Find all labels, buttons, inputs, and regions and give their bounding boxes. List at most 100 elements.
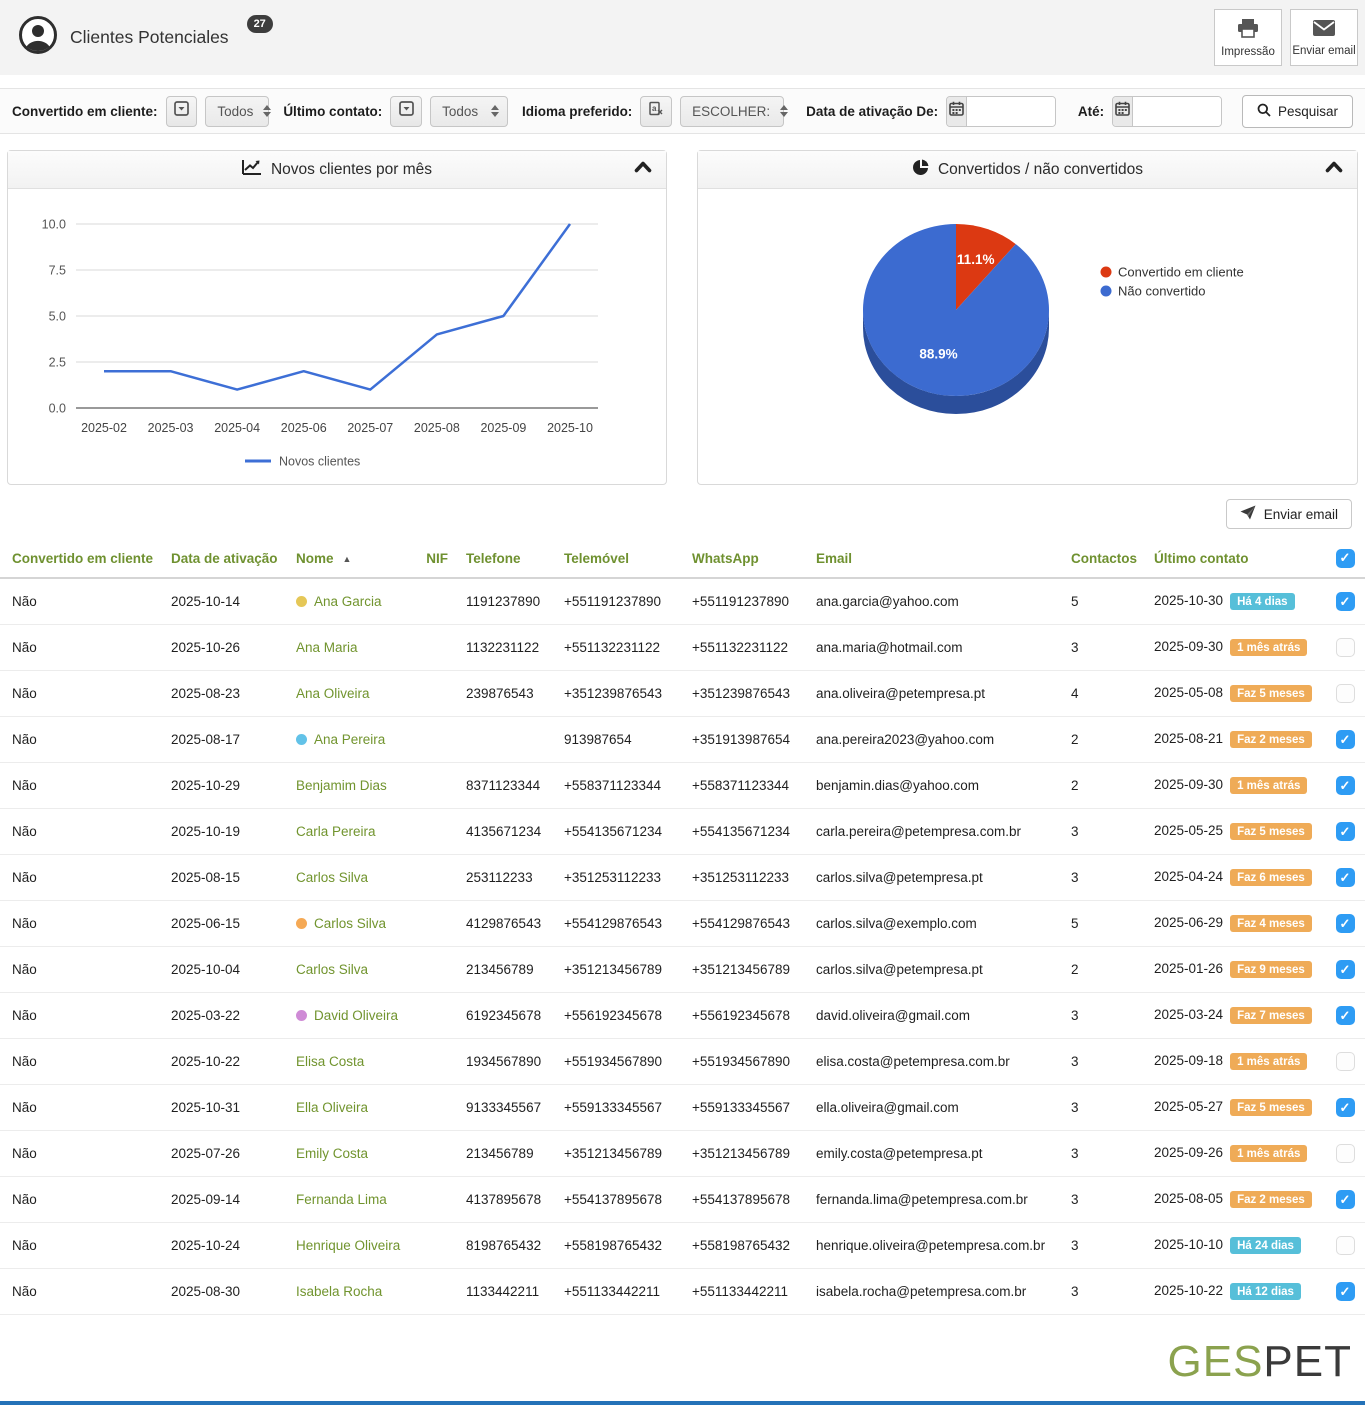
col-contactos[interactable]: Contactos — [1059, 551, 1142, 566]
cell-mobile: +551133442211 — [552, 1284, 680, 1299]
row-checkbox[interactable]: ✓ — [1336, 730, 1355, 749]
language-filter-button[interactable]: a — [640, 96, 672, 127]
cell-converted: Não — [0, 916, 159, 931]
language-filter-select[interactable]: ESCOLHER: — [680, 96, 784, 127]
status-dot-icon — [296, 596, 307, 607]
client-name-link[interactable]: Carlos Silva — [296, 962, 368, 977]
col-nif[interactable]: NIF — [414, 551, 454, 566]
client-name-link[interactable]: Henrique Oliveira — [296, 1238, 400, 1253]
client-name-link[interactable]: Isabela Rocha — [296, 1284, 382, 1299]
row-checkbox[interactable]: ✓ — [1336, 822, 1355, 841]
client-name-link[interactable]: Elisa Costa — [296, 1054, 364, 1069]
row-checkbox[interactable] — [1336, 1052, 1355, 1071]
cell-converted: Não — [0, 962, 159, 977]
client-name-link[interactable]: Fernanda Lima — [296, 1192, 387, 1207]
clients-avatar-icon — [18, 15, 58, 60]
table-row: Não2025-08-15Carlos Silva253112233+35125… — [0, 855, 1365, 901]
client-name-link[interactable]: Ana Oliveira — [296, 686, 370, 701]
row-checkbox[interactable] — [1336, 638, 1355, 657]
converted-filter-select[interactable]: Todos — [205, 96, 269, 127]
date-from-calendar-button[interactable] — [947, 97, 967, 126]
cell-mobile: +554129876543 — [552, 916, 680, 931]
client-name-link[interactable]: Emily Costa — [296, 1146, 368, 1161]
cell-activation-date: 2025-10-22 — [159, 1054, 284, 1069]
activation-from-label: Data de ativação De: — [806, 104, 938, 119]
printer-icon — [1237, 18, 1259, 41]
client-name-link[interactable]: Carla Pereira — [296, 824, 376, 839]
row-checkbox[interactable]: ✓ — [1336, 592, 1355, 611]
date-from-input[interactable] — [967, 97, 1055, 126]
client-name-link[interactable]: Ana Garcia — [314, 594, 382, 609]
last-contact-filter-toggle-button[interactable] — [390, 96, 422, 127]
cell-converted: Não — [0, 686, 159, 701]
row-checkbox[interactable] — [1336, 684, 1355, 703]
select-spinner-icon — [491, 105, 499, 117]
send-email-top-button[interactable]: Enviar email — [1290, 9, 1358, 66]
select-spinner-icon — [780, 105, 788, 117]
client-name-link[interactable]: David Oliveira — [314, 1008, 398, 1023]
cell-converted: Não — [0, 870, 159, 885]
date-to-calendar-button[interactable] — [1113, 97, 1133, 126]
row-checkbox[interactable]: ✓ — [1336, 914, 1355, 933]
row-checkbox[interactable] — [1336, 1236, 1355, 1255]
row-checkbox[interactable]: ✓ — [1336, 1098, 1355, 1117]
collapse-chevron-icon[interactable] — [634, 160, 652, 179]
client-name-link[interactable]: Ella Oliveira — [296, 1100, 368, 1115]
table-row: Não2025-10-24Henrique Oliveira8198765432… — [0, 1223, 1365, 1269]
col-ultimo-contato[interactable]: Último contato — [1142, 551, 1325, 566]
row-checkbox[interactable]: ✓ — [1336, 868, 1355, 887]
cell-contacts: 3 — [1059, 870, 1142, 885]
client-name-link[interactable]: Ana Maria — [296, 640, 358, 655]
row-checkbox[interactable]: ✓ — [1336, 1006, 1355, 1025]
cell-activation-date: 2025-03-22 — [159, 1008, 284, 1023]
table-row: Não2025-08-30Isabela Rocha1133442211+551… — [0, 1269, 1365, 1315]
date-to-input[interactable] — [1133, 97, 1221, 126]
col-telemovel[interactable]: Telemóvel — [552, 551, 680, 566]
col-telefone[interactable]: Telefone — [454, 551, 552, 566]
col-whatsapp[interactable]: WhatsApp — [680, 551, 804, 566]
line-chart-icon — [242, 159, 262, 180]
cell-name: Emily Costa — [284, 1146, 414, 1161]
cell-phone: 4135671234 — [454, 824, 552, 839]
svg-text:Novos clientes: Novos clientes — [279, 455, 360, 469]
cell-email: benjamin.dias@yahoo.com — [804, 778, 1059, 793]
row-checkbox[interactable]: ✓ — [1336, 1190, 1355, 1209]
converted-filter-label: Convertido em cliente: — [12, 104, 158, 119]
select-all-checkbox[interactable]: ✓ — [1336, 549, 1355, 568]
row-checkbox[interactable]: ✓ — [1336, 776, 1355, 795]
table-row: Não2025-10-26Ana Maria1132231122+5511322… — [0, 625, 1365, 671]
converted-filter-toggle-button[interactable] — [166, 96, 198, 127]
calendar-icon — [949, 101, 964, 121]
client-name-link[interactable]: Carlos Silva — [296, 870, 368, 885]
last-contact-filter-select[interactable]: Todos — [430, 96, 508, 127]
cell-phone: 1191237890 — [454, 594, 552, 609]
search-button[interactable]: Pesquisar — [1242, 95, 1353, 128]
send-email-table-button[interactable]: Enviar email — [1226, 499, 1352, 529]
cell-contacts: 3 — [1059, 1146, 1142, 1161]
client-name-link[interactable]: Ana Pereira — [314, 732, 385, 747]
client-name-link[interactable]: Benjamim Dias — [296, 778, 387, 793]
cell-email: ana.maria@hotmail.com — [804, 640, 1059, 655]
table-row: Não2025-10-19Carla Pereira4135671234+554… — [0, 809, 1365, 855]
row-checkbox[interactable] — [1336, 1144, 1355, 1163]
collapse-chevron-icon[interactable] — [1325, 160, 1343, 179]
row-checkbox[interactable]: ✓ — [1336, 960, 1355, 979]
cell-last-contact: 2025-08-05Faz 2 meses — [1142, 1191, 1325, 1209]
last-contact-badge: Faz 9 meses — [1230, 961, 1312, 978]
cell-phone: 4137895678 — [454, 1192, 552, 1207]
cell-email: ella.oliveira@gmail.com — [804, 1100, 1059, 1115]
col-email[interactable]: Email — [804, 551, 1059, 566]
col-convertido[interactable]: Convertido em cliente — [0, 551, 159, 566]
col-nome[interactable]: Nome▲ — [284, 551, 414, 566]
cell-name: Carlos Silva — [284, 870, 414, 885]
cell-contacts: 3 — [1059, 1238, 1142, 1253]
cell-contacts: 3 — [1059, 1100, 1142, 1115]
row-checkbox[interactable]: ✓ — [1336, 1282, 1355, 1301]
col-data-ativacao[interactable]: Data de ativação — [159, 551, 284, 566]
last-contact-badge: Faz 2 meses — [1230, 1191, 1312, 1208]
client-name-link[interactable]: Carlos Silva — [314, 916, 386, 931]
cell-converted: Não — [0, 732, 159, 747]
last-contact-badge: 1 mês atrás — [1230, 777, 1307, 794]
cell-mobile: +554135671234 — [552, 824, 680, 839]
print-button[interactable]: Impressão — [1214, 9, 1282, 66]
